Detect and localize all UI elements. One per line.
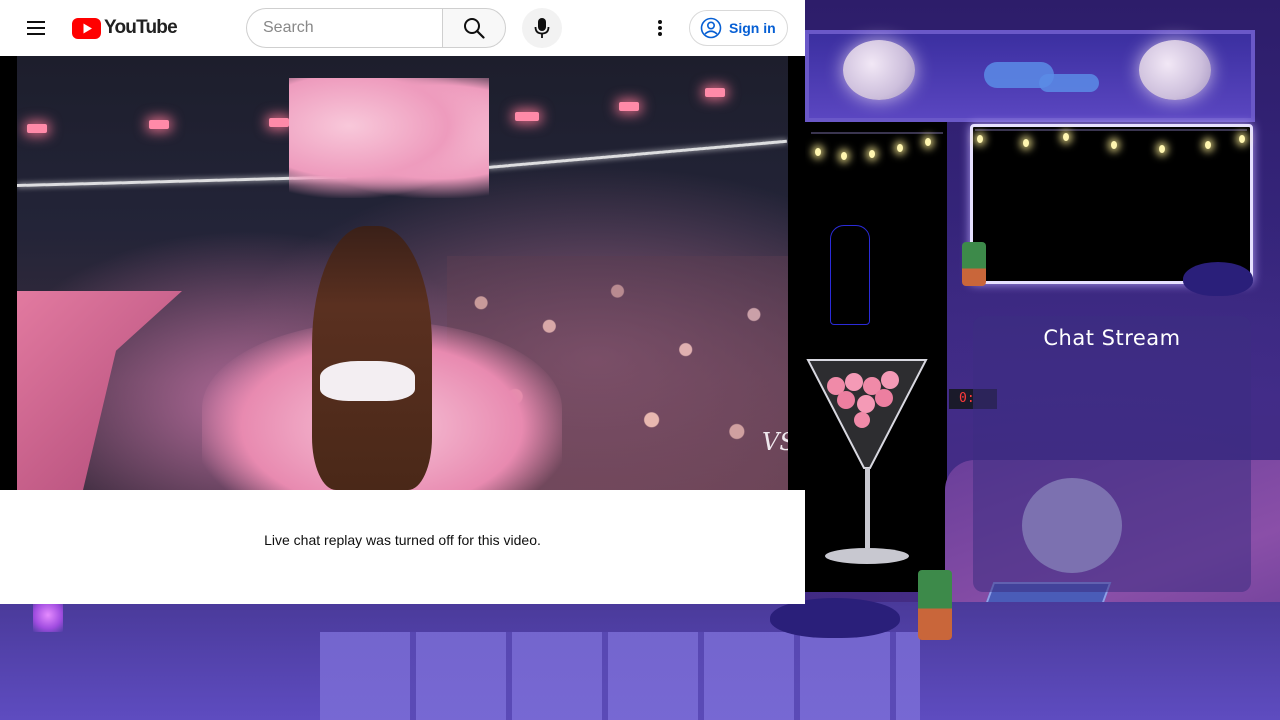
stage-light (27, 124, 47, 133)
microphone-icon (534, 18, 550, 38)
night-sky-window (805, 30, 1255, 122)
light-bulb (869, 150, 875, 158)
cloud (1039, 74, 1099, 92)
settings-more-button[interactable] (644, 12, 676, 44)
logo-wordmark: YouTube (104, 17, 178, 38)
search-input[interactable] (263, 19, 443, 37)
light-bulb (977, 135, 983, 143)
feather-headdress (289, 78, 489, 198)
search-icon (464, 18, 485, 39)
sign-in-label: Sign in (729, 20, 776, 36)
string-lights (811, 132, 943, 148)
dancer-silhouette (830, 225, 870, 325)
live-chat-replay-panel: Live chat replay was turned off for this… (0, 490, 805, 604)
light-bulb (1239, 135, 1245, 143)
cactus-plant (918, 570, 952, 640)
light-bulb (1063, 133, 1069, 141)
moon-right (1139, 40, 1211, 100)
light-bulb (1023, 139, 1029, 147)
stage-light (705, 88, 725, 97)
light-bulb (1159, 145, 1165, 153)
vs-watermark: VS (762, 428, 788, 456)
light-bulb (1111, 141, 1117, 149)
cactus-plant (962, 242, 986, 286)
light-beam (486, 139, 787, 169)
runway-model (312, 226, 432, 490)
sign-in-button[interactable]: Sign in (689, 10, 788, 46)
search-box (246, 8, 443, 48)
chat-stream-title: Chat Stream (1043, 326, 1181, 350)
voice-search-button[interactable] (522, 8, 562, 48)
webcam-frame (970, 124, 1253, 284)
light-bulb (815, 148, 821, 156)
youtube-page: YouTube Search Sign in V Live chat repla… (0, 0, 805, 604)
stage-light (619, 102, 639, 111)
floor-window-light (320, 632, 920, 720)
light-bulb (841, 152, 847, 160)
guide-menu-button[interactable] (20, 12, 52, 44)
light-bulb (897, 144, 903, 152)
video-player[interactable]: VS (0, 56, 805, 490)
sleeping-cat (770, 598, 900, 638)
moon-left (843, 40, 915, 100)
model-outfit (320, 361, 415, 401)
search-button[interactable] (442, 8, 506, 48)
sleeping-cat (1183, 262, 1253, 296)
light-bulb (925, 138, 931, 146)
chat-stream-panel: Chat Stream (973, 316, 1251, 592)
account-circle-icon (700, 17, 722, 39)
more-vert-icon (658, 20, 662, 36)
martini-glass-illustration (806, 359, 928, 564)
stage-light (269, 118, 289, 127)
hamburger-icon (27, 21, 45, 35)
light-bulb (1205, 141, 1211, 149)
pink-stage-prop (17, 291, 182, 490)
youtube-logo[interactable]: YouTube (72, 16, 178, 40)
stage-light (515, 112, 539, 121)
stage-light (149, 120, 169, 129)
youtube-play-icon (72, 17, 101, 39)
video-frame[interactable]: VS (17, 56, 788, 490)
masthead: YouTube Search Sign in (0, 0, 805, 56)
chat-replay-off-message: Live chat replay was turned off for this… (264, 532, 541, 548)
